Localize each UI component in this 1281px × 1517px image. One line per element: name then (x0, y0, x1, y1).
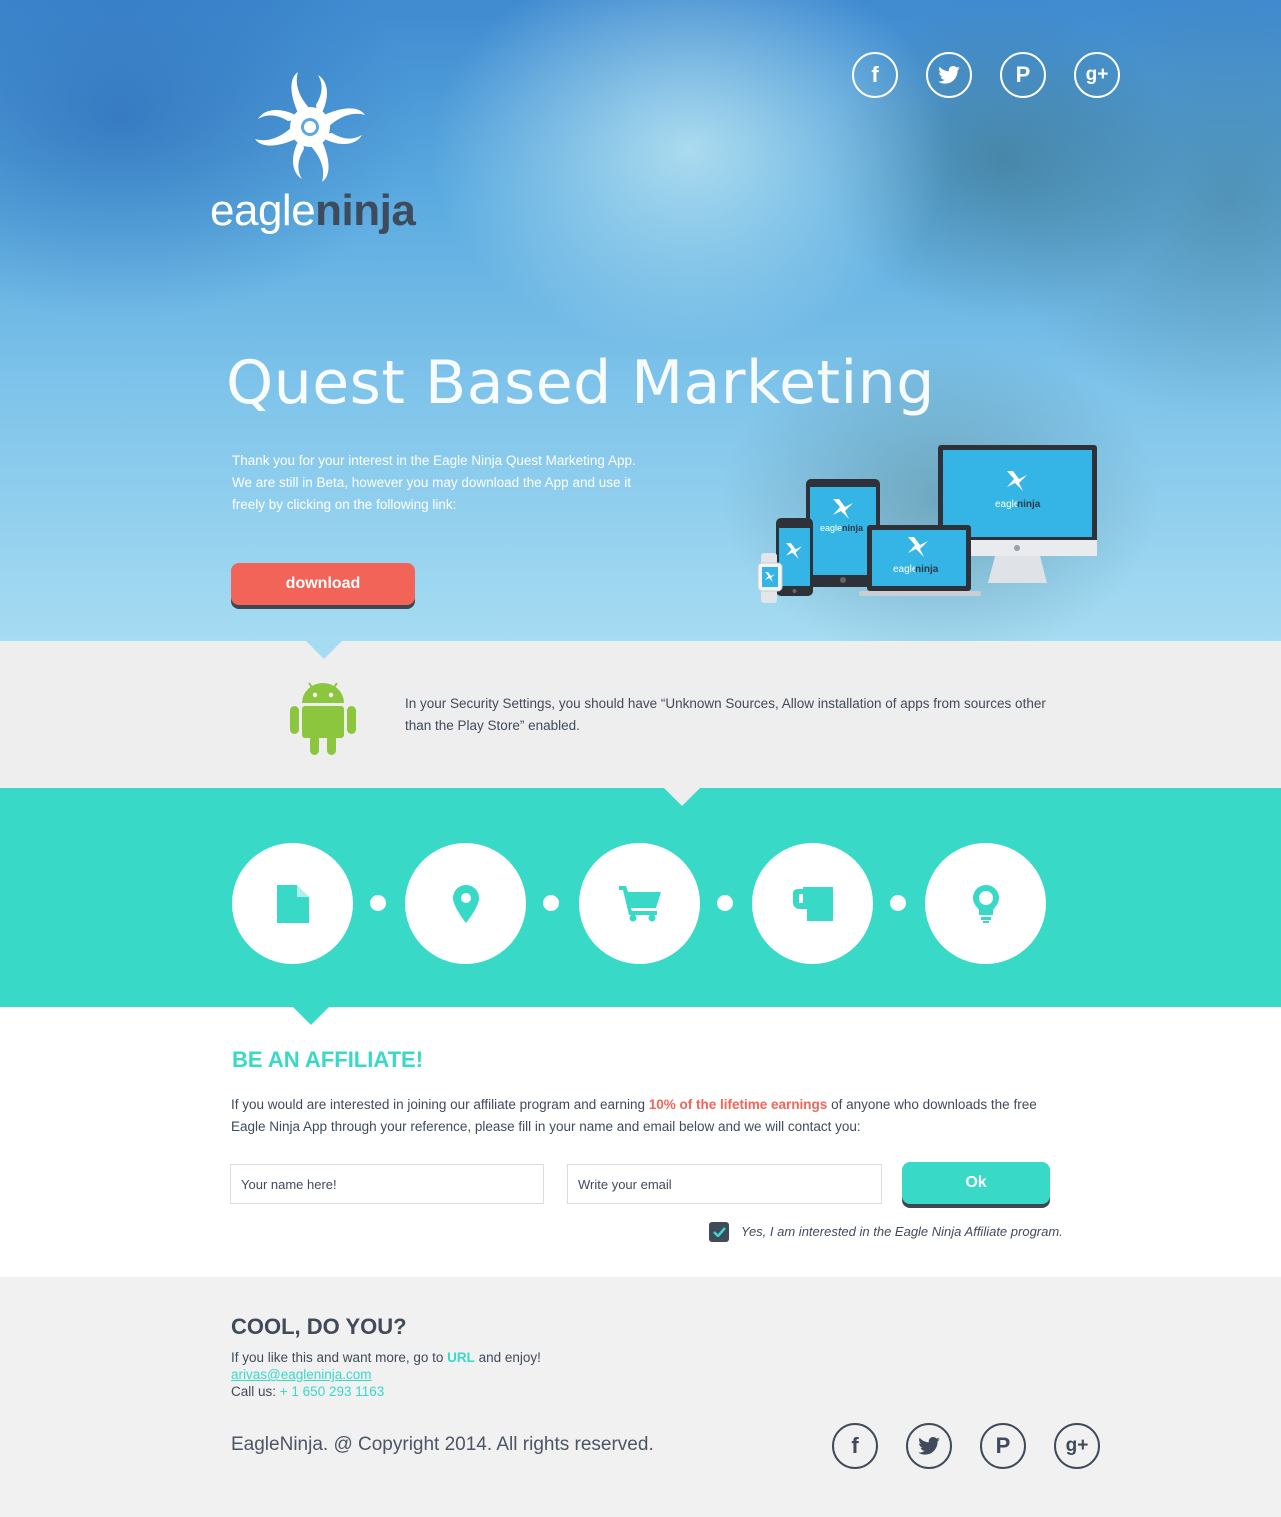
footer-email-link[interactable]: arivas@eagleninja.com (231, 1367, 372, 1382)
svg-text:eagle: eagle (820, 523, 842, 533)
footer-line-url: If you like this and want more, go to UR… (231, 1349, 541, 1366)
ok-button[interactable]: Ok (902, 1162, 1050, 1204)
brand-name: eagleninja (210, 186, 416, 236)
footer-title: COOL, DO YOU? (231, 1314, 407, 1339)
step-idea (925, 843, 1046, 964)
brand-part-ninja: ninja (315, 186, 416, 235)
pinterest-icon[interactable]: P (1000, 52, 1046, 98)
email-input-placeholder: Write your email (578, 1176, 672, 1192)
copyright-text: EagleNinja. @ Copyright 2014. All rights… (231, 1434, 654, 1455)
facebook-icon[interactable]: f (832, 1423, 878, 1469)
document-icon (276, 884, 309, 923)
affiliate-title: BE AN AFFILIATE! (232, 1047, 424, 1072)
checkmark-icon (712, 1227, 726, 1237)
step-location (405, 843, 526, 964)
googleplus-icon[interactable]: g+ (1074, 52, 1120, 98)
affiliate-checkbox-label: Yes, I am interested in the Eagle Ninja … (741, 1224, 1063, 1239)
section-pointer (293, 1007, 329, 1025)
facebook-icon[interactable]: f (852, 52, 898, 98)
footer-phone[interactable]: + 1 650 293 1163 (280, 1384, 384, 1399)
footer-url-link[interactable]: URL (447, 1350, 475, 1365)
affiliate-text-start: If you would are interested in joining o… (231, 1097, 649, 1112)
twitter-bird-icon (918, 1437, 940, 1455)
twitter-bird-icon (938, 66, 960, 84)
step-coffee (752, 843, 873, 964)
svg-text:ninja: ninja (842, 523, 864, 533)
brand-part-eagle: eagle (210, 186, 316, 235)
shopping-cart-icon (618, 885, 661, 921)
step-document (232, 843, 353, 964)
footer-phone-line: Call us: + 1 650 293 1163 (231, 1383, 541, 1400)
shuriken-logo-icon (255, 72, 365, 182)
logo[interactable]: eagleninja (210, 72, 416, 236)
footer-section (0, 1277, 1281, 1517)
twitter-icon[interactable] (906, 1423, 952, 1469)
footer-url-text: If you like this and want more, go to (231, 1350, 448, 1365)
footer-call-label: Call us: (231, 1384, 280, 1399)
svg-text:ninja: ninja (1017, 499, 1041, 510)
download-button[interactable]: download (231, 563, 415, 605)
svg-text:ninja: ninja (915, 564, 939, 575)
footer-social-links: f P g+ (832, 1423, 1100, 1469)
android-instructions-section: In your Security Settings, you should ha… (0, 641, 1281, 788)
email-input[interactable]: Write your email (567, 1164, 882, 1204)
android-security-note: In your Security Settings, you should ha… (405, 696, 1046, 733)
name-input[interactable]: Your name here! (230, 1164, 544, 1204)
section-pointer (664, 788, 700, 806)
twitter-icon[interactable] (926, 52, 972, 98)
hero-description: Thank you for your interest in the Eagle… (232, 453, 636, 512)
affiliate-description: If you would are interested in joining o… (231, 1094, 1061, 1138)
devices-illustration: eagle ninja eagle ninja eagle ninja (757, 445, 1097, 603)
step-cart (579, 843, 700, 964)
step-connector-dot (717, 895, 733, 911)
lightbulb-icon (972, 884, 999, 923)
name-input-placeholder: Your name here! (241, 1176, 337, 1192)
coffee-mug-icon (792, 886, 833, 921)
step-connector-dot (370, 895, 386, 911)
android-icon (290, 682, 356, 755)
affiliate-section: BE AN AFFILIATE! If you would are intere… (0, 1007, 1281, 1277)
map-pin-icon (452, 884, 479, 923)
googleplus-icon[interactable]: g+ (1054, 1423, 1100, 1469)
footer-contact: If you like this and want more, go to UR… (231, 1349, 541, 1400)
footer-email-line: arivas@eagleninja.com (231, 1366, 541, 1383)
footer-url-text-end: and enjoy! (474, 1350, 541, 1365)
affiliate-checkbox[interactable] (709, 1222, 729, 1242)
pinterest-icon[interactable]: P (980, 1423, 1026, 1469)
section-pointer (306, 641, 342, 659)
affiliate-highlight: 10% of the lifetime earnings (648, 1097, 828, 1112)
step-connector-dot (543, 895, 559, 911)
hero-title: Quest Based Marketing (226, 348, 935, 418)
step-connector-dot (890, 895, 906, 911)
hero-section: eagleninja f P g+ Quest Based Marketing … (0, 0, 1281, 641)
header-social-links: f P g+ (852, 52, 1120, 98)
steps-section (0, 788, 1281, 1007)
